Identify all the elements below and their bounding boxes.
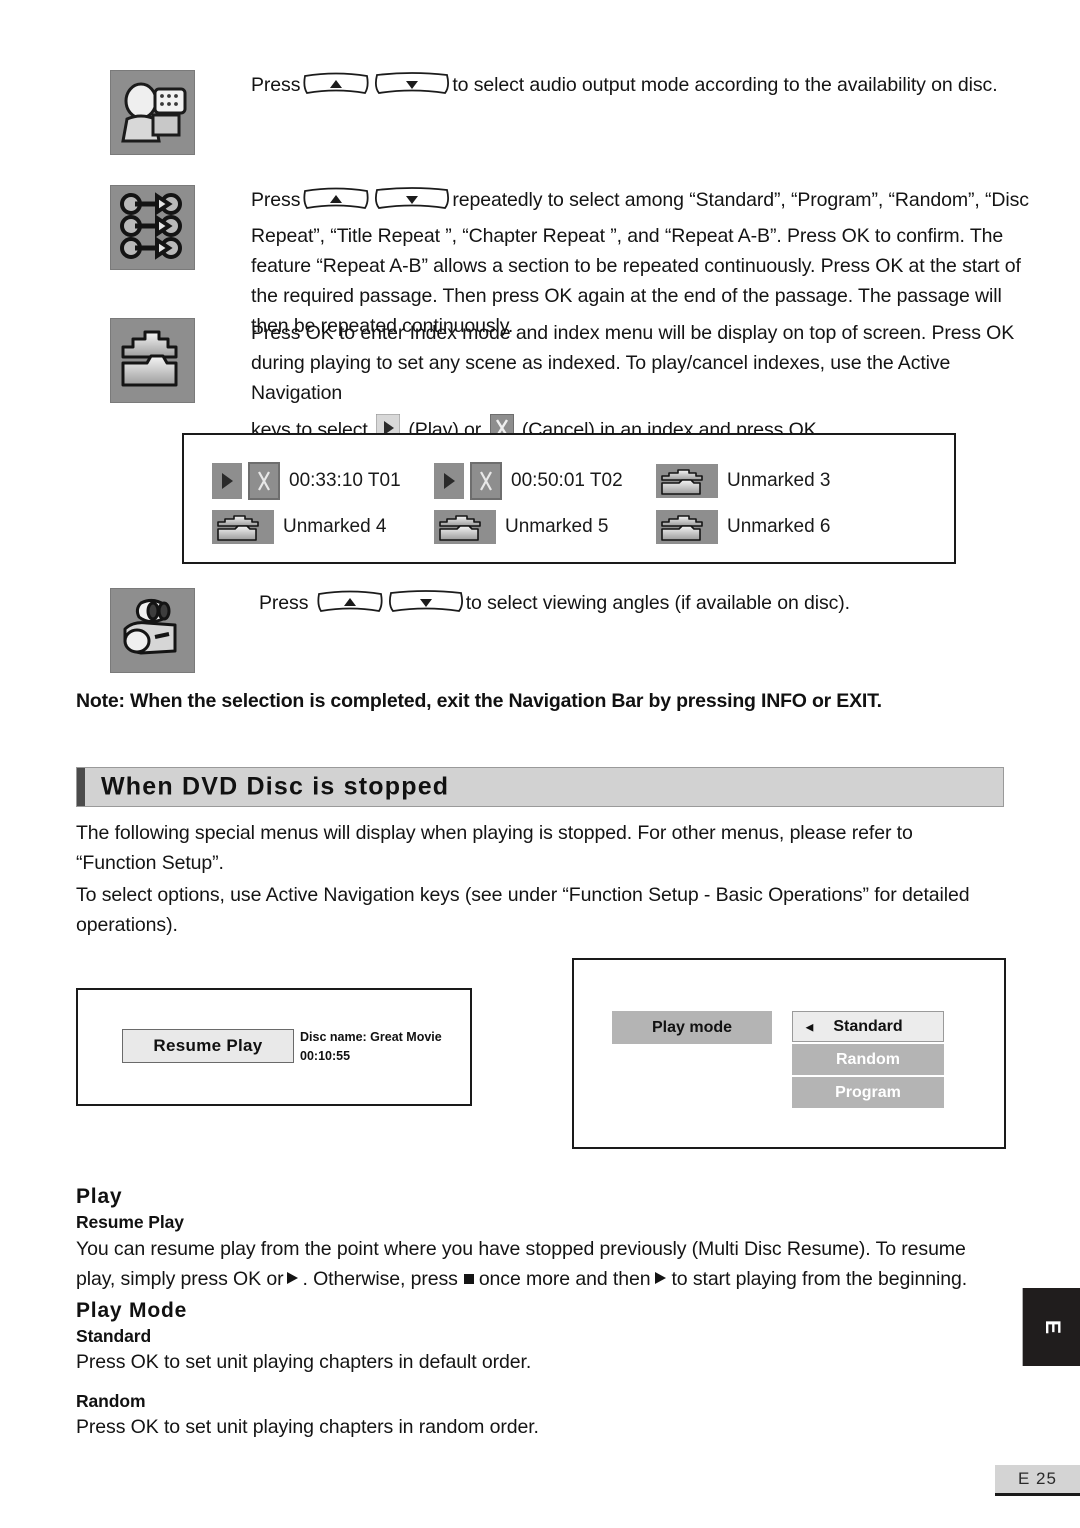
disc-name-label: Disc name: Great Movie <box>300 1030 442 1044</box>
index-mark-icon <box>656 510 718 544</box>
resume-play-text-3: once more and then <box>478 1268 651 1290</box>
play-mode-option-program[interactable]: Program <box>792 1077 944 1108</box>
resume-play-description: You can resume play from the point where… <box>76 1234 976 1295</box>
index-paragraph: Press OK to enter Index mode and index m… <box>251 322 1015 404</box>
manual-page: Press to select audio output mode accordi… <box>0 0 1080 1528</box>
play-glyph-icon <box>653 1265 668 1295</box>
index-entry-label: Unmarked 6 <box>727 516 831 537</box>
play-icon[interactable] <box>212 463 242 499</box>
up-arrow-key[interactable] <box>302 71 370 106</box>
audio-output-icon <box>110 70 195 155</box>
play-glyph-icon <box>285 1265 300 1295</box>
instruction-text-audio-output: Press to select audio output mode accordi… <box>251 70 1026 106</box>
index-menu-grid: 00:33:10 T01 00:50:01 T02 Unmarked 3 Unm… <box>212 458 892 550</box>
play-mode-heading: Play Mode <box>76 1299 188 1322</box>
index-entry[interactable]: 00:50:01 T02 <box>434 461 656 501</box>
page-number-footer: E 25 <box>995 1465 1080 1496</box>
index-mark-icon <box>656 464 718 498</box>
up-arrow-key[interactable] <box>302 186 370 221</box>
cancel-icon[interactable] <box>248 462 280 500</box>
cancel-icon[interactable] <box>470 462 502 500</box>
instruction-row-audio-output: Press to select audio output mode accordi… <box>110 70 1026 155</box>
play-heading: Play <box>76 1185 123 1208</box>
instruction-text-viewing-angle: Press to select viewing angles (if avail… <box>259 588 1034 624</box>
index-entry-label: Unmarked 3 <box>727 470 831 491</box>
index-entry[interactable]: 00:33:10 T01 <box>212 461 434 501</box>
section-header-bar: When DVD Disc is stopped <box>76 767 1004 807</box>
play-mode-option-label: Standard <box>833 1017 903 1035</box>
down-arrow-key[interactable] <box>374 186 450 221</box>
instruction-text-index-mode: Press OK to enter Index mode and index m… <box>251 318 1041 445</box>
camcorder-icon <box>110 588 195 673</box>
repeat-mode-icon <box>110 185 195 270</box>
index-mark-icon <box>212 510 274 544</box>
index-mark-icon <box>110 318 195 403</box>
instruction-tail-audio-output: to select audio output mode according to… <box>452 74 998 96</box>
index-mark-icon <box>434 510 496 544</box>
index-entry[interactable]: Unmarked 3 <box>656 461 892 501</box>
resume-play-button[interactable]: Resume Play <box>122 1029 294 1063</box>
standard-description: Press OK to set unit playing chapters in… <box>76 1351 532 1373</box>
disc-elapsed-time: 00:10:55 <box>300 1049 351 1063</box>
resume-play-subheading: Resume Play <box>76 1212 184 1232</box>
index-entry-label: Unmarked 4 <box>283 516 387 537</box>
index-menu-box: 00:33:10 T01 00:50:01 T02 Unmarked 3 Unm… <box>182 433 956 564</box>
side-tab-letter: E <box>1040 1319 1064 1335</box>
press-label: Press <box>251 189 301 211</box>
instruction-row-index-mode: Press OK to enter Index mode and index m… <box>110 318 1041 445</box>
stop-glyph-icon <box>462 1265 475 1295</box>
index-entry[interactable]: Unmarked 5 <box>434 507 656 547</box>
play-mode-screen-diagram: Play mode ◄ Standard Random Program <box>572 958 1006 1149</box>
index-entry[interactable]: Unmarked 6 <box>656 507 892 547</box>
play-mode-button[interactable]: Play mode <box>612 1011 772 1044</box>
play-mode-option-label: Program <box>835 1083 901 1101</box>
index-entry-label: 00:33:10 T01 <box>289 470 401 491</box>
play-mode-option-standard[interactable]: ◄ Standard <box>792 1011 944 1042</box>
section-paragraph-2: To select options, use Active Navigation… <box>76 884 970 936</box>
disc-info: Disc name: Great Movie 00:10:55 <box>300 1028 442 1066</box>
up-arrow-key[interactable] <box>316 589 384 624</box>
random-description: Press OK to set unit playing chapters in… <box>76 1416 539 1438</box>
left-triangle-icon: ◄ <box>803 1019 816 1034</box>
resume-play-text-2: . Otherwise, press <box>302 1268 458 1290</box>
press-label: Press <box>259 592 309 614</box>
section-paragraph-1: The following special menus will display… <box>76 822 913 874</box>
index-entry-label: Unmarked 5 <box>505 516 609 537</box>
play-mode-option-random[interactable]: Random <box>792 1044 944 1075</box>
section-title: When DVD Disc is stopped <box>101 772 450 801</box>
index-entry[interactable]: Unmarked 4 <box>212 507 434 547</box>
resume-play-screen-diagram: Resume Play Disc name: Great Movie 00:10… <box>76 988 472 1106</box>
standard-subheading: Standard <box>76 1326 152 1346</box>
side-index-tab: E <box>1022 1288 1080 1366</box>
play-mode-option-list: ◄ Standard Random Program <box>792 1011 944 1108</box>
down-arrow-key[interactable] <box>374 71 450 106</box>
random-subheading: Random <box>76 1391 146 1411</box>
note-text: Note: When the selection is completed, e… <box>76 690 882 712</box>
play-icon[interactable] <box>434 463 464 499</box>
down-arrow-key[interactable] <box>388 589 464 624</box>
instruction-tail-viewing-angle: to select viewing angles (if available o… <box>465 592 851 614</box>
press-label: Press <box>251 74 301 96</box>
instruction-row-viewing-angle: Press to select viewing angles (if avail… <box>110 588 1034 673</box>
resume-play-text-4: to start playing from the beginning. <box>671 1268 968 1290</box>
index-entry-label: 00:50:01 T02 <box>511 470 623 491</box>
play-mode-option-label: Random <box>836 1050 900 1068</box>
